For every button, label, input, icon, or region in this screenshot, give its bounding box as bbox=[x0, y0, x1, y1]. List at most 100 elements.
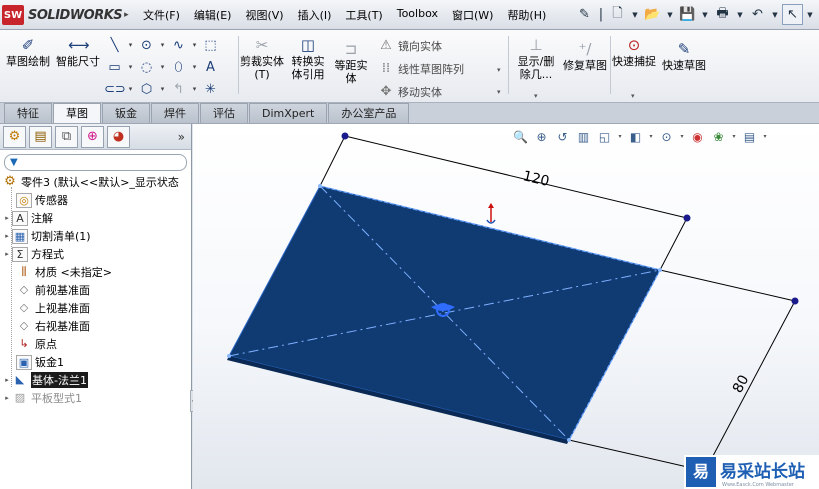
sheet-metal-plate[interactable] bbox=[228, 185, 661, 441]
tab-sheet-metal[interactable]: 钣金 bbox=[102, 103, 150, 123]
feature-manager-tab-icon[interactable]: ⚙ bbox=[3, 125, 26, 148]
new-document-icon[interactable]: 🗋 bbox=[607, 4, 628, 25]
slot-icon[interactable]: ⊂⊃ bbox=[104, 82, 126, 97]
rapid-sketch-button[interactable]: ✎ 快速草图 bbox=[660, 40, 708, 72]
chevron-down-icon[interactable]: ▾ bbox=[125, 41, 136, 49]
tree-root-part[interactable]: ⚙ 零件3 (默认<<默认>_显示状态 bbox=[2, 173, 191, 191]
property-manager-tab-icon[interactable]: ▤ bbox=[29, 125, 52, 148]
fillet-icon[interactable]: ↰ bbox=[168, 82, 189, 97]
display-manager-tab-icon[interactable]: ◕ bbox=[107, 125, 130, 148]
view-orientation-icon[interactable]: ◱ bbox=[595, 128, 614, 146]
menu-view[interactable]: 视图(V) bbox=[238, 7, 290, 23]
line-icon[interactable]: ╲ bbox=[104, 38, 125, 53]
expand-icon[interactable]: ▸ bbox=[2, 394, 12, 402]
chevron-down-icon[interactable]: ▾ bbox=[189, 41, 200, 49]
chevron-down-icon[interactable]: ▼ bbox=[666, 4, 674, 25]
configuration-manager-tab-icon[interactable]: ⧉ bbox=[55, 125, 78, 148]
tree-item-cut-list[interactable]: ▸ ▦ 切割清单(1) bbox=[2, 227, 191, 245]
move-entities-button[interactable]: ✥ 移动实体 bbox=[376, 80, 464, 103]
chevron-down-icon[interactable]: ▾ bbox=[631, 92, 635, 100]
print-icon[interactable]: 🖶 bbox=[712, 4, 733, 25]
spline-icon[interactable]: ∿ bbox=[168, 38, 189, 53]
chevron-down-icon[interactable]: ▾ bbox=[125, 63, 136, 71]
polygon-icon[interactable]: ⬡ bbox=[136, 82, 157, 97]
zoom-to-area-icon[interactable]: ⊕ bbox=[532, 128, 551, 146]
chevron-down-icon[interactable]: ▾ bbox=[157, 41, 168, 49]
chevron-down-icon[interactable]: ▾ bbox=[761, 128, 769, 146]
tab-features[interactable]: 特征 bbox=[4, 103, 52, 123]
chevron-down-icon[interactable]: ▼ bbox=[701, 4, 709, 25]
save-icon[interactable]: 💾 bbox=[677, 4, 698, 25]
sketch-button[interactable]: ✐ 草图绘制 bbox=[6, 36, 50, 68]
tab-dimxpert[interactable]: DimXpert bbox=[249, 103, 328, 123]
menu-toolbox[interactable]: Toolbox bbox=[390, 7, 445, 23]
display-style-icon[interactable]: ◧ bbox=[626, 128, 645, 146]
tab-weldments[interactable]: 焊件 bbox=[151, 103, 199, 123]
chevron-down-icon[interactable]: ▾ bbox=[497, 88, 501, 96]
zoom-to-fit-icon[interactable]: 🔍 bbox=[511, 128, 530, 146]
open-folder-icon[interactable]: 📂 bbox=[642, 4, 663, 25]
hide-show-items-icon[interactable]: ⊙ bbox=[657, 128, 676, 146]
ellipse-icon[interactable]: ⬯ bbox=[168, 60, 189, 75]
chevron-down-icon[interactable]: ▾ bbox=[189, 85, 200, 93]
text-icon[interactable]: A bbox=[200, 60, 221, 75]
chevron-down-icon[interactable]: ▼ bbox=[736, 4, 744, 25]
trim-entities-button[interactable]: ✂ 剪裁实体(T) bbox=[240, 36, 284, 81]
tree-item-flat-pattern[interactable]: ▸ ▨ 平板型式1 bbox=[2, 389, 191, 407]
chevron-down-icon[interactable]: ▾ bbox=[497, 66, 501, 74]
mirror-entities-button[interactable]: ⚠ 镜向实体 bbox=[376, 34, 464, 57]
menu-file[interactable]: 文件(F) bbox=[136, 7, 187, 23]
tree-item-material[interactable]: ⫼ 材质 <未指定> bbox=[2, 263, 191, 281]
chevron-down-icon[interactable]: ▾ bbox=[189, 63, 200, 71]
rectangle-icon[interactable]: ▭ bbox=[104, 60, 125, 75]
chevron-down-icon[interactable]: ▼ bbox=[806, 4, 814, 25]
chevron-down-icon[interactable]: ▾ bbox=[157, 63, 168, 71]
dimxpert-manager-tab-icon[interactable]: ⊕ bbox=[81, 125, 104, 148]
apply-scene-icon[interactable]: ❀ bbox=[709, 128, 728, 146]
chevron-down-icon[interactable]: ▾ bbox=[157, 85, 168, 93]
dimension-120[interactable]: 120 bbox=[521, 168, 551, 190]
sketch-point[interactable] bbox=[227, 354, 231, 358]
tab-sketch[interactable]: 草图 bbox=[53, 103, 101, 123]
repair-sketch-button[interactable]: ⁺∕ 修复草图 bbox=[562, 40, 608, 72]
sketch-point[interactable] bbox=[567, 438, 571, 442]
chevron-down-icon[interactable]: ▼ bbox=[771, 4, 779, 25]
display-delete-relations-button[interactable]: ⊥ 显示/删除几... bbox=[513, 36, 559, 81]
chevron-down-icon[interactable]: ▾ bbox=[678, 128, 686, 146]
dimension-handle[interactable] bbox=[683, 214, 691, 222]
tree-item-sensors[interactable]: ◎ 传感器 bbox=[2, 191, 191, 209]
view-settings-icon[interactable]: ▤ bbox=[740, 128, 759, 146]
dimension-handle[interactable] bbox=[791, 297, 799, 305]
dimension-80[interactable]: 80 bbox=[730, 373, 752, 396]
menu-window[interactable]: 窗口(W) bbox=[445, 7, 500, 23]
chevron-down-icon[interactable]: ▾ bbox=[125, 85, 136, 93]
sketch-point[interactable] bbox=[318, 184, 322, 188]
arc-icon[interactable]: ◌ bbox=[136, 60, 157, 75]
more-tabs-icon[interactable]: » bbox=[178, 130, 185, 144]
section-view-icon[interactable]: ▥ bbox=[574, 128, 593, 146]
convert-entities-button[interactable]: ◫ 转换实体引用 bbox=[287, 36, 329, 81]
tab-evaluate[interactable]: 评估 bbox=[200, 103, 248, 123]
sketch-point[interactable] bbox=[658, 268, 662, 272]
pin-icon[interactable]: ✎ bbox=[574, 4, 595, 25]
tree-item-sheet-metal[interactable]: ▣ 钣金1 bbox=[2, 353, 191, 371]
offset-entities-button[interactable]: ⊐ 等距实体 bbox=[333, 40, 369, 85]
menu-help[interactable]: 帮助(H) bbox=[500, 7, 553, 23]
tree-item-base-flange[interactable]: ▸ ◣ 基体-法兰1 bbox=[2, 371, 191, 389]
linear-pattern-button[interactable]: ⁞⁞ 线性草图阵列 bbox=[376, 57, 464, 80]
quick-snaps-button[interactable]: ⊙ 快速捕捉 bbox=[612, 36, 656, 68]
select-pointer-icon[interactable]: ↖ bbox=[782, 4, 803, 25]
tree-item-top-plane[interactable]: ◇ 上视基准面 bbox=[2, 299, 191, 317]
smart-dimension-button[interactable]: ⟷ 智能尺寸 bbox=[54, 36, 102, 68]
undo-icon[interactable]: ↶ bbox=[747, 4, 768, 25]
circle-icon[interactable]: ⊙ bbox=[136, 38, 157, 53]
chevron-down-icon[interactable]: ▼ bbox=[631, 4, 639, 25]
point-grid-icon[interactable]: ⬚ bbox=[200, 38, 221, 53]
chevron-down-icon[interactable]: ▾ bbox=[616, 128, 624, 146]
chevron-down-icon[interactable]: ▾ bbox=[647, 128, 655, 146]
menu-insert[interactable]: 插入(I) bbox=[291, 7, 339, 23]
tab-office-products[interactable]: 办公室产品 bbox=[328, 103, 410, 123]
tree-filter-field[interactable]: ▼ bbox=[4, 154, 187, 171]
edit-appearance-icon[interactable]: ◉ bbox=[688, 128, 707, 146]
chevron-down-icon[interactable]: ▾ bbox=[534, 92, 538, 100]
